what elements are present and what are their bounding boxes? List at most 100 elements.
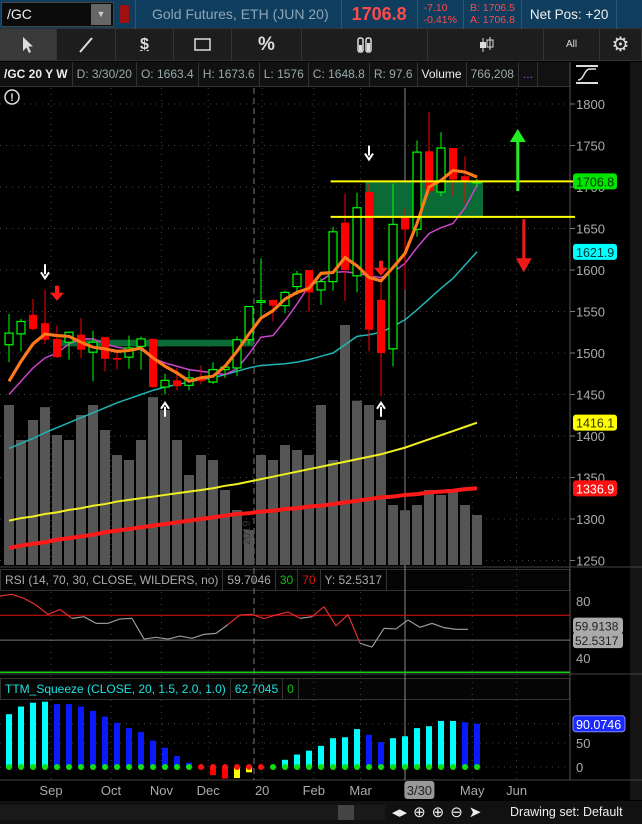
candle-body [436, 147, 446, 193]
x-axis-label: May [460, 783, 485, 798]
rsi-line-segment [443, 627, 457, 630]
price-tick-label: 1450 [576, 388, 605, 403]
candle [149, 338, 157, 388]
x-axis-label: Dec [197, 783, 221, 798]
pointer-icon[interactable]: ➤ [469, 803, 482, 821]
rsi-badge-label: 59.9138 [575, 620, 619, 634]
candle-body [149, 338, 157, 388]
squeeze-dot [30, 764, 36, 770]
squeeze-histogram-bar [366, 734, 372, 767]
price-tick-label: 1650 [576, 222, 605, 237]
rsi-line-segment [0, 593, 13, 597]
rsi-line-segment [275, 611, 289, 616]
squeeze-histogram-bar [450, 720, 456, 767]
squeeze-histogram-bar [414, 728, 420, 767]
price-tick-label: 1600 [576, 263, 605, 278]
squeeze-histogram-bar [390, 738, 396, 767]
squeeze-histogram-bar [318, 745, 324, 767]
price-badge-label: 1621.9 [576, 246, 614, 260]
squeeze-histogram-bar [66, 704, 72, 767]
x-axis-label: 3/30 [407, 783, 432, 798]
rsi-line-segment [299, 616, 313, 619]
volume-bar [424, 490, 434, 565]
rsi-line-segment [431, 622, 445, 629]
candle-body [29, 314, 37, 329]
drawing-set-selector[interactable]: Drawing set: Default [510, 805, 623, 819]
candle-body [136, 338, 146, 347]
candle-body [377, 299, 385, 353]
squeeze-dot [402, 764, 408, 770]
price-badge-label: 1706.8 [576, 175, 614, 189]
x-axis-label: Sep [39, 783, 62, 798]
zoom-fit-icon[interactable]: ◂▸ [392, 803, 407, 821]
squeeze-dot [102, 764, 108, 770]
squeeze-dot [450, 764, 456, 770]
rsi-line-segment [239, 613, 253, 616]
squeeze-dot [270, 764, 276, 770]
squeeze-histogram-bar [126, 728, 132, 767]
crosshair-icon[interactable]: ⊕ [413, 803, 426, 821]
volume-bar [64, 440, 74, 565]
squeeze-histogram-bar [6, 714, 12, 767]
candle [328, 226, 338, 291]
squeeze-dot [90, 764, 96, 770]
squeeze-dot [438, 764, 444, 770]
squeeze-dot [126, 764, 132, 770]
candle-body [388, 223, 398, 350]
squeeze-dot [222, 764, 228, 770]
rsi-tick-label: 40 [576, 651, 590, 666]
right-gutter [630, 62, 642, 800]
rsi-line-segment [11, 593, 25, 599]
price-tick-label: 1400 [576, 429, 605, 444]
squeeze-dot [162, 764, 168, 770]
candle-body [401, 217, 409, 230]
squeeze-dot [354, 764, 360, 770]
rsi-badge-label: 52.5317 [575, 634, 619, 648]
squeeze-dot [18, 764, 24, 770]
squeeze-histogram-bar [402, 736, 408, 767]
volume-bar [388, 505, 398, 565]
price-badge-label: 1336.9 [576, 482, 614, 496]
rsi-line-segment [419, 622, 433, 628]
volume-bar [88, 405, 98, 565]
squeeze-histogram-bar [54, 704, 60, 767]
scrollbar-thumb[interactable] [338, 805, 354, 820]
rsi-line-segment [107, 618, 121, 624]
volume-bar [124, 460, 134, 565]
volume-bar [4, 405, 14, 565]
squeeze-histogram-bar [42, 701, 48, 767]
rsi-line-segment [227, 614, 241, 625]
candle-body [316, 281, 326, 291]
rsi-line-segment [155, 636, 169, 640]
squeeze-histogram-bar [330, 738, 336, 767]
volume-bar [100, 430, 110, 565]
chart-canvas[interactable]: 2019!18001750170016501600155015001450140… [0, 0, 642, 800]
squeeze-histogram-bar [102, 716, 108, 767]
volume-bar [304, 455, 314, 565]
squeeze-histogram-bar [426, 726, 432, 767]
rsi-line-segment [215, 624, 229, 634]
candle-body [256, 300, 266, 303]
price-tick-label: 1500 [576, 346, 605, 361]
squeeze-histogram-bar [78, 706, 84, 767]
squeeze-dot [210, 764, 216, 770]
squeeze-tick-label: 0 [576, 760, 583, 775]
squeeze-dot [234, 764, 240, 770]
rsi-line-segment [131, 618, 145, 640]
squeeze-dot [294, 764, 300, 770]
zoom-out-icon[interactable]: ⊖ [450, 803, 463, 821]
squeeze-dot [42, 764, 48, 770]
squeeze-dot [6, 764, 12, 770]
squeeze-dot [66, 764, 72, 770]
rsi-line-segment [35, 604, 49, 615]
rsi-line-segment [71, 616, 85, 619]
zoom-in-icon[interactable]: ⊕ [432, 803, 445, 821]
candle-body [4, 332, 14, 346]
squeeze-dot [330, 764, 336, 770]
candle [365, 183, 373, 352]
rsi-line-segment [191, 633, 205, 639]
price-tick-label: 1250 [576, 554, 605, 569]
squeeze-dot [462, 764, 468, 770]
squeeze-tick-label: 50 [576, 736, 590, 751]
horizontal-scrollbar[interactable] [0, 805, 385, 820]
